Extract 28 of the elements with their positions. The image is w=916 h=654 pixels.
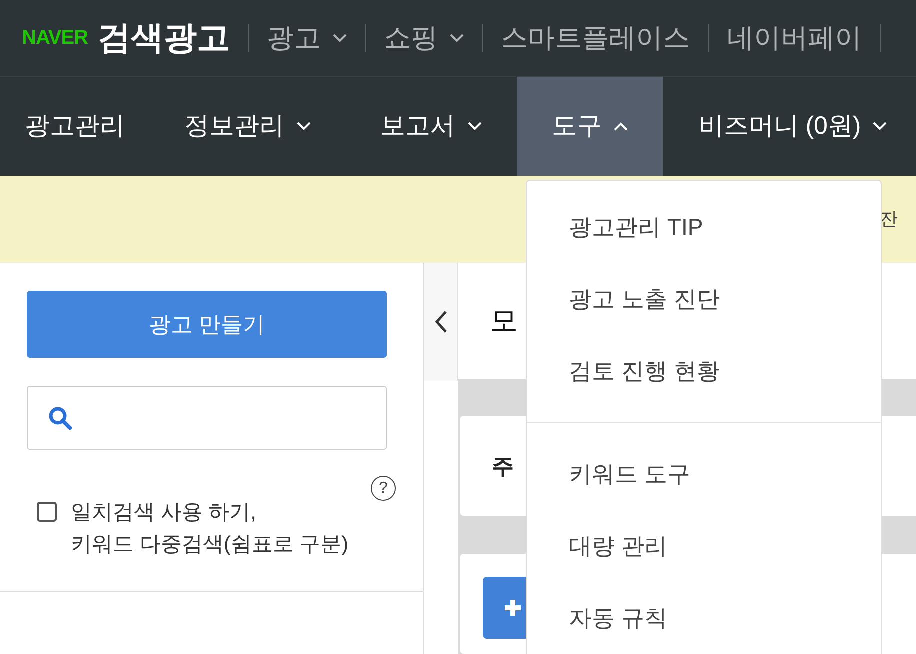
header-link[interactable]: 쇼핑 [384,18,464,58]
card-title: 주 [492,452,514,480]
nav-tab[interactable]: 비즈머니 (0원) [663,77,916,176]
search-icon [48,406,72,430]
menu-item[interactable]: 검토 진행 현황 [527,335,881,407]
menu-item[interactable]: 광고관리 TIP [527,191,881,263]
nav-tab[interactable]: 광고관리 [0,77,150,176]
product-title[interactable]: 검색광고 [98,13,230,63]
exact-match-checkbox[interactable] [37,502,57,522]
page-title: 모 [490,304,518,338]
notice-text: 잔 [880,208,898,231]
help-button[interactable]: ? [371,476,396,501]
header-link[interactable]: 스마트플레이스 [501,18,690,58]
menu-item[interactable]: 키워드 도구 [527,438,881,510]
chevron-left-icon[interactable] [434,310,448,334]
create-ad-button[interactable]: 광고 만들기 [27,291,387,358]
nav-tab[interactable]: 정보관리 [150,77,345,176]
header-link[interactable]: 광고 [267,18,348,58]
naver-logo[interactable]: NAVER [22,23,88,53]
plus-icon [503,598,523,618]
menu-item[interactable]: 광고 노출 진단 [527,263,881,335]
search-field[interactable] [27,386,387,450]
nav-tab[interactable]: 도구 [517,77,663,176]
nav-tab[interactable]: 보고서 [345,77,517,176]
exact-match-label: 일치검색 사용 하기, 키워드 다중검색(쉼표로 구분) [71,500,349,558]
menu-item[interactable]: 자동 규칙 [527,582,881,654]
menu-item[interactable]: 대량 관리 [527,510,881,582]
header-link[interactable]: 네이버페이 [727,18,862,58]
